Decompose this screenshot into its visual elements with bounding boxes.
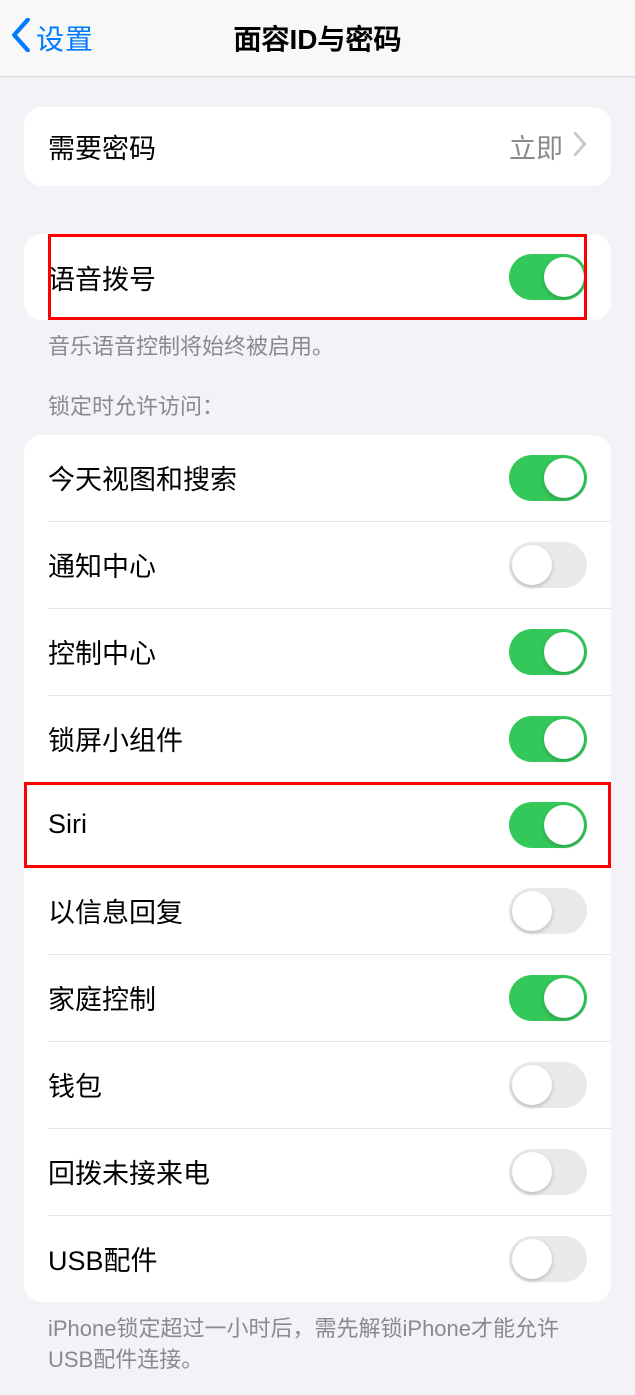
lock-access-item-toggle[interactable] <box>509 802 587 848</box>
row-lock-access-item: 钱包 <box>48 1041 611 1128</box>
row-voice-dial: 语音拨号 <box>24 234 611 320</box>
group-lock-access: 今天视图和搜索通知中心控制中心锁屏小组件 Siri 以信息回复家庭控制钱包回拨未接来… <box>24 435 611 1302</box>
lock-access-item-toggle[interactable] <box>509 975 587 1021</box>
lock-access-item-toggle[interactable] <box>509 542 587 588</box>
row-lock-access-item: 家庭控制 <box>48 954 611 1041</box>
lock-access-item-label: 回拨未接来电 <box>48 1152 210 1191</box>
lock-access-item-label: 今天视图和搜索 <box>48 458 237 497</box>
lock-access-item-toggle[interactable] <box>509 1149 587 1195</box>
highlight-siri: Siri <box>24 782 611 868</box>
group-voice-dial: 语音拨号 <box>24 234 611 320</box>
row-require-passcode[interactable]: 需要密码 立即 <box>24 107 611 186</box>
lock-access-item-label: 以信息回复 <box>48 891 183 930</box>
lock-access-item-toggle[interactable] <box>509 629 587 675</box>
back-label: 设置 <box>36 18 94 58</box>
group-require-passcode: 需要密码 立即 <box>24 107 611 186</box>
row-lock-access-item: 锁屏小组件 <box>48 695 611 782</box>
row-lock-access-item: 今天视图和搜索 <box>24 435 611 521</box>
lock-access-item-label: 家庭控制 <box>48 978 156 1017</box>
require-passcode-label: 需要密码 <box>48 127 156 166</box>
lock-access-item-label: 锁屏小组件 <box>48 719 183 758</box>
require-passcode-value: 立即 <box>509 127 563 166</box>
content: 需要密码 立即 语音拨号 音乐语音控制将始终被启用。 锁定时允许访问： 今天视图… <box>0 107 635 1395</box>
voice-dial-label: 语音拨号 <box>48 258 156 297</box>
lock-access-item-label: 钱包 <box>48 1065 102 1104</box>
back-button[interactable]: 设置 <box>0 18 94 59</box>
lock-access-item-label: Siri <box>48 809 87 840</box>
row-lock-access-item: 以信息回复 <box>24 868 611 954</box>
lock-access-item-toggle[interactable] <box>509 1236 587 1282</box>
chevron-right-icon <box>573 132 587 161</box>
page-title: 面容ID与密码 <box>0 18 635 58</box>
row-lock-access-item: Siri <box>24 782 611 868</box>
row-lock-access-item: 回拨未接来电 <box>48 1128 611 1215</box>
lock-access-footer: iPhone锁定超过一小时后，需先解锁iPhone才能允许USB配件连接。 <box>24 1302 611 1376</box>
lock-access-item-toggle[interactable] <box>509 455 587 501</box>
lock-access-item-toggle[interactable] <box>509 888 587 934</box>
lock-access-item-toggle[interactable] <box>509 1062 587 1108</box>
chevron-left-icon <box>10 18 32 59</box>
voice-dial-toggle[interactable] <box>509 254 587 300</box>
navbar: 设置 面容ID与密码 <box>0 0 635 77</box>
lock-access-item-label: 控制中心 <box>48 632 156 671</box>
highlight-voice-dial: 语音拨号 <box>24 234 611 320</box>
row-lock-access-item: USB配件 <box>48 1215 611 1302</box>
lock-access-header: 锁定时允许访问： <box>24 363 611 421</box>
row-lock-access-item: 通知中心 <box>48 521 611 608</box>
lock-access-item-label: USB配件 <box>48 1239 158 1278</box>
voice-dial-footer: 音乐语音控制将始终被启用。 <box>24 320 611 363</box>
lock-access-item-toggle[interactable] <box>509 716 587 762</box>
lock-access-item-label: 通知中心 <box>48 545 156 584</box>
row-lock-access-item: 控制中心 <box>48 608 611 695</box>
